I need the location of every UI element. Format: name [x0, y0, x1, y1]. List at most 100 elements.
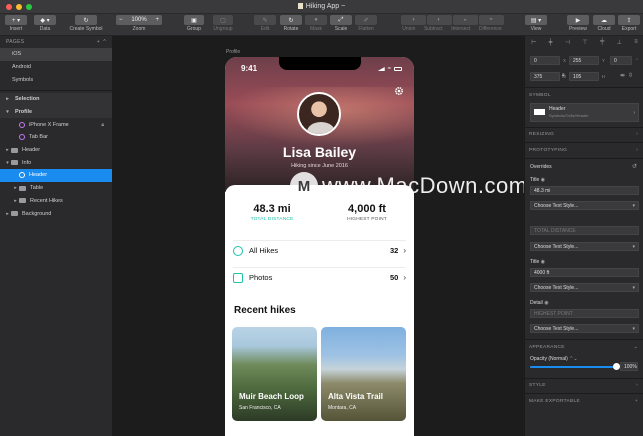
- artboard-profile[interactable]: 9:41 ≈ Lisa Bailey Hiking since June 201…: [225, 57, 414, 436]
- x-field[interactable]: 0X: [530, 56, 566, 65]
- width-field[interactable]: 375 W: [530, 72, 566, 81]
- override-title1-input[interactable]: 48.3 mi: [530, 186, 639, 195]
- distribute-icon[interactable]: ≡: [634, 39, 638, 49]
- symbol-icon: [19, 121, 25, 128]
- y-field[interactable]: 255 Y: [569, 56, 605, 65]
- hike-card-alta[interactable]: Alta Vista Trail Montara, CA: [321, 327, 406, 421]
- align-middle-icon[interactable]: ╪: [600, 39, 604, 49]
- profile-name: Lisa Bailey: [282, 144, 357, 160]
- layer-item[interactable]: ▾ Info: [0, 156, 112, 169]
- all-hikes-row[interactable]: All Hikes 32 ›: [233, 240, 406, 260]
- text-style-select-4[interactable]: Choose Text Style... ▾: [530, 324, 639, 333]
- mask-button[interactable]: ● Mask: [305, 15, 327, 32]
- disclosure-triangle-icon[interactable]: ▸: [12, 198, 19, 204]
- resizing-section[interactable]: RESIZING ›: [529, 132, 640, 137]
- disclosure-triangle-icon[interactable]: ▸: [4, 147, 11, 153]
- align-left-icon[interactable]: ⊢: [531, 39, 536, 49]
- align-bottom-icon[interactable]: ⊥: [617, 39, 622, 49]
- scale-label: Scale: [334, 26, 348, 32]
- lock-icon[interactable]: 🔒︎: [101, 122, 104, 128]
- appearance-section[interactable]: APPEARANCE ⌄: [529, 345, 640, 350]
- cloud-icon: ☁: [593, 15, 615, 25]
- add-page-button[interactable]: +: [97, 39, 100, 45]
- data-button[interactable]: ◆ ▾ Data: [34, 15, 56, 32]
- divider: [525, 87, 643, 88]
- height-field[interactable]: 105 H: [569, 72, 605, 81]
- layer-item[interactable]: ▾ Profile: [0, 105, 112, 119]
- page-item[interactable]: Android: [0, 61, 112, 74]
- disclosure-triangle-icon[interactable]: ▸: [4, 211, 11, 217]
- layer-item[interactable]: ▸ Recent Hikes: [0, 195, 112, 208]
- disclosure-triangle-icon[interactable]: ▾: [4, 160, 11, 166]
- override-detail-input[interactable]: HIGHEST POINT: [530, 309, 639, 318]
- scale-button[interactable]: ⤢ Scale: [330, 15, 352, 32]
- photos-icon: [233, 272, 243, 283]
- layer-item[interactable]: ▸ Selection: [0, 93, 112, 106]
- title-menu-chevron[interactable]: ~: [341, 3, 345, 10]
- gear-icon[interactable]: [394, 86, 404, 96]
- align-center-icon[interactable]: ┿: [549, 39, 553, 49]
- edit-label: Edit: [260, 26, 270, 32]
- union-icon[interactable]: ◑: [400, 15, 426, 25]
- subtract-icon[interactable]: ◐: [426, 15, 452, 25]
- artboard-label[interactable]: Profile: [226, 49, 240, 55]
- photos-row[interactable]: Photos 50 ›: [233, 267, 406, 287]
- override-title2-input[interactable]: 4000 ft: [530, 268, 639, 277]
- layer-item[interactable]: Tab Bar: [0, 131, 112, 144]
- view-button[interactable]: ▤ ▾ View: [525, 15, 547, 32]
- collapse-pages-button[interactable]: ^: [103, 39, 106, 45]
- style-section[interactable]: STYLE ›: [529, 383, 640, 388]
- make-exportable-section[interactable]: MAKE EXPORTABLE +: [529, 399, 640, 404]
- opacity-label: Opacity (Normal) ⌃⌄: [530, 356, 578, 362]
- layer-item[interactable]: ▸ Background: [0, 207, 112, 220]
- rotation-field[interactable]: 0 °: [610, 56, 638, 65]
- symbol-icon: [19, 134, 25, 141]
- flatten-button[interactable]: ✐ Flatten: [355, 15, 377, 32]
- canvas[interactable]: Profile 9:41 ≈ Lisa Bailey Hiking since …: [114, 36, 523, 436]
- disclosure-triangle-icon[interactable]: ▾: [4, 109, 11, 115]
- layer-item[interactable]: Header: [0, 169, 112, 182]
- create-symbol-button[interactable]: ↻ Create Symbol: [64, 15, 108, 32]
- lock-ratio-icon[interactable]: 🔒︎: [562, 72, 565, 78]
- toolbar: + ▾ Insert ◆ ▾ Data ↻ Create Symbol − 100% + Z…: [0, 14, 643, 36]
- difference-icon[interactable]: ◓: [478, 15, 504, 25]
- group-button[interactable]: ▣ Group: [180, 15, 208, 32]
- layer-item[interactable]: ▸ Table: [0, 182, 112, 195]
- intersect-icon[interactable]: ◒: [452, 15, 478, 25]
- hike-card-muir[interactable]: Muir Beach Loop San Francisco, CA: [232, 327, 317, 421]
- prototyping-section[interactable]: PROTOTYPING ›: [529, 148, 640, 153]
- align-top-icon[interactable]: ⊤: [582, 39, 587, 49]
- zoom-out-button[interactable]: −: [119, 17, 123, 23]
- align-right-icon[interactable]: ⊣: [565, 39, 570, 49]
- opacity-slider[interactable]: [530, 366, 616, 368]
- page-item[interactable]: Symbols: [0, 74, 112, 87]
- add-export-icon[interactable]: +: [635, 399, 638, 404]
- opacity-slider-handle[interactable]: [613, 363, 620, 370]
- page-item[interactable]: iOS: [0, 48, 112, 61]
- opacity-field[interactable]: 100%: [620, 362, 638, 371]
- reset-overrides-icon[interactable]: ↺: [632, 163, 637, 170]
- symbol-picker[interactable]: Header Symbols/Cells/Header ›: [530, 103, 639, 122]
- disclosure-triangle-icon[interactable]: ▸: [4, 96, 11, 102]
- layer-item[interactable]: ▸ Header: [0, 144, 112, 157]
- rotate-button[interactable]: ↻ Rotate: [280, 15, 302, 32]
- cloud-button[interactable]: ☁ Cloud: [593, 15, 615, 32]
- avatar[interactable]: [297, 92, 341, 136]
- zoom-control[interactable]: − 100% + Zoom: [116, 15, 162, 32]
- layer-item[interactable]: iPhone X Frame 🔒︎: [0, 118, 112, 131]
- override-subtitle1-input[interactable]: TOTAL DISTANCE: [530, 226, 639, 235]
- flip-icons[interactable]: ⇹⇳: [620, 72, 636, 79]
- edit-button[interactable]: ✎ Edit: [254, 15, 276, 32]
- zoom-in-button[interactable]: +: [155, 17, 159, 23]
- insert-button[interactable]: + ▾ Insert: [5, 15, 27, 32]
- layer-label: Header: [29, 172, 48, 179]
- text-style-select-1[interactable]: Choose Text Style... ▾: [530, 201, 639, 210]
- export-button[interactable]: ⇪ Export: [618, 15, 640, 32]
- export-label: Export: [621, 26, 637, 32]
- photos-count: 50: [389, 273, 399, 282]
- preview-button[interactable]: ▶ Preview: [567, 15, 589, 32]
- disclosure-triangle-icon[interactable]: ▸: [12, 185, 19, 191]
- text-style-select-3[interactable]: Choose Text Style... ▾: [530, 283, 639, 292]
- ungroup-button[interactable]: ▢ Ungroup: [208, 15, 238, 32]
- text-style-select-2[interactable]: Choose Text Style... ▾: [530, 242, 639, 251]
